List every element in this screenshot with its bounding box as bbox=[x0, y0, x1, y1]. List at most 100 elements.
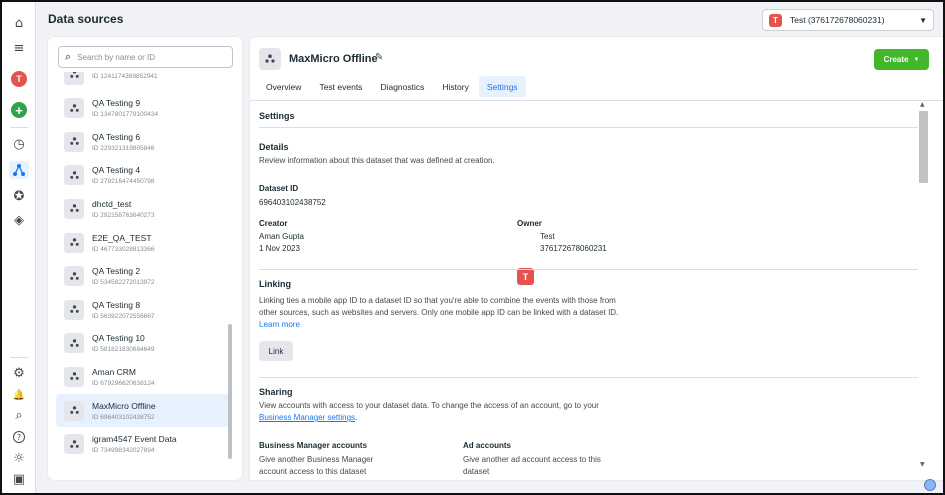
settings-heading: Settings bbox=[259, 111, 295, 121]
sharing-text: View accounts with access to your datase… bbox=[259, 401, 599, 410]
list-scrollbar[interactable] bbox=[228, 324, 232, 459]
learn-more-link[interactable]: Learn more bbox=[259, 320, 300, 329]
ad-accounts-text-2: dataset bbox=[463, 467, 490, 476]
app-frame: ⌂ ≡ T + ◷ ✪ ◈ ⚙ 🔔 ⌕ ? ☼ ▣ Data sources T… bbox=[0, 0, 945, 495]
dataset-id: ID 467733028813366 bbox=[92, 245, 155, 253]
dataset-list-item[interactable]: QA Testing 6 ID 229321319805846 bbox=[56, 125, 231, 158]
dataset-name: QA Testing 9 bbox=[92, 98, 141, 109]
bm-accounts-text-1: Give another Business Manager bbox=[259, 455, 374, 464]
dataset-icon bbox=[64, 366, 84, 387]
linking-title: Linking bbox=[259, 279, 291, 289]
dataset-text: QA Testing 8 ID 563922072556667 bbox=[92, 300, 155, 320]
dataset-list-item[interactable]: Aman CRM ID 679296620638124 bbox=[56, 360, 231, 393]
creator-label: Creator bbox=[259, 219, 288, 228]
dataset-name: dhctd_test bbox=[92, 198, 132, 209]
dataset-icon bbox=[64, 98, 84, 119]
speedometer-icon[interactable]: ◷ bbox=[9, 135, 29, 153]
search-input[interactable] bbox=[77, 52, 218, 62]
linking-text-2: other sources, such as websites and serv… bbox=[259, 308, 619, 317]
dataset-text: igram4547 Event Data ID 734998342027894 bbox=[92, 434, 177, 454]
dataset-id: ID 279216474450798 bbox=[92, 178, 155, 186]
globe-icon[interactable] bbox=[924, 479, 936, 491]
help-icon[interactable]: ? bbox=[9, 428, 29, 446]
bm-accounts-text-2: account access to this dataset bbox=[259, 467, 367, 476]
dataset-list-item[interactable]: MaxMicro Offline ID 696403102438752 bbox=[56, 394, 231, 427]
link-button[interactable]: Link bbox=[259, 341, 293, 361]
dataset-name: QA Testing 10 bbox=[92, 333, 145, 344]
events-manager-icon[interactable] bbox=[9, 161, 29, 179]
star-icon[interactable]: ✪ bbox=[9, 187, 29, 205]
dataset-list-item[interactable]: QA Testing 10 ID 581821830684649 bbox=[56, 327, 231, 360]
dataset-list-item[interactable]: QA Testing 8 ID 563922072556667 bbox=[56, 293, 231, 326]
search-icon[interactable]: ⌕ bbox=[9, 406, 29, 424]
dataset-list-item[interactable]: QA Testing 2 ID 534582272013972 bbox=[56, 260, 231, 293]
dataset-icon bbox=[64, 299, 84, 320]
dataset-id: ID 679296620638124 bbox=[92, 379, 155, 387]
dataset-text: ID 1241174369852941 bbox=[92, 72, 158, 80]
search-icon: ⌕ bbox=[65, 50, 72, 63]
gem-icon[interactable]: ◈ bbox=[9, 211, 29, 229]
dataset-name: E2E_QA_TEST bbox=[92, 232, 152, 243]
dataset-icon bbox=[64, 165, 84, 186]
page-title: Data sources bbox=[48, 12, 124, 26]
divider bbox=[259, 269, 918, 270]
create-button[interactable]: Create ▼ bbox=[874, 49, 929, 70]
dataset-id: ID 734998342027894 bbox=[92, 447, 155, 455]
tab-diagnostics[interactable]: Diagnostics bbox=[372, 76, 432, 97]
content-scrollbar[interactable]: ▲ ▼ bbox=[918, 101, 930, 471]
dataset-name: QA Testing 8 bbox=[92, 299, 141, 310]
create-plus-icon[interactable]: + bbox=[11, 102, 27, 118]
dataset-name: QA Testing 4 bbox=[92, 165, 141, 176]
search-box[interactable]: ⌕ bbox=[58, 46, 233, 68]
home-icon[interactable]: ⌂ bbox=[9, 14, 29, 32]
menu-icon[interactable]: ≡ bbox=[9, 39, 29, 57]
business-manager-settings-link[interactable]: Business Manager settings bbox=[259, 413, 355, 422]
sharing-period: . bbox=[355, 413, 358, 422]
dataset-text: dhctd_test ID 292158763640273 bbox=[92, 199, 155, 219]
dataset-list-panel: ⌕ ID 1241174369852941 QA Testing 9 ID 1347… bbox=[48, 37, 242, 480]
dataset-name: igram4547 Event Data bbox=[92, 434, 177, 445]
dataset-text: QA Testing 6 ID 229321319805846 bbox=[92, 132, 155, 152]
scroll-down-arrow-icon[interactable]: ▼ bbox=[920, 461, 925, 468]
dataset-id: ID 229321319805846 bbox=[92, 144, 155, 152]
dataset-text: QA Testing 4 ID 279216474450798 bbox=[92, 165, 155, 185]
dataset-list-item[interactable]: E2E_QA_TEST ID 467733028813366 bbox=[56, 226, 231, 259]
creator-name: Aman Gupta bbox=[259, 232, 304, 241]
tab-bar: Overview Test events Diagnostics History Set… bbox=[258, 76, 526, 97]
dataset-list-item[interactable]: dhctd_test ID 292158763640273 bbox=[56, 192, 231, 225]
create-label: Create bbox=[883, 55, 909, 64]
people-icon bbox=[265, 54, 275, 63]
gear-icon[interactable]: ⚙ bbox=[9, 364, 29, 382]
details-title: Details bbox=[259, 142, 289, 152]
dataset-icon bbox=[64, 333, 84, 354]
dataset-text: QA Testing 9 ID 1347801779100434 bbox=[92, 98, 158, 118]
dataset-list-item[interactable]: ID 1241174369852941 bbox=[56, 72, 231, 91]
dataset-text: QA Testing 10 ID 581821830684649 bbox=[92, 333, 155, 353]
dataset-id-label: Dataset ID bbox=[259, 184, 299, 193]
tab-settings[interactable]: Settings bbox=[478, 76, 526, 97]
dataset-list-item[interactable]: igram4547 Event Data ID 734998342027894 bbox=[56, 428, 231, 461]
dataset-name: QA Testing 2 bbox=[92, 266, 141, 277]
scroll-up-arrow-icon[interactable]: ▲ bbox=[920, 101, 925, 108]
dataset-list-item[interactable]: QA Testing 9 ID 1347801779100434 bbox=[56, 92, 231, 125]
dataset-id: ID 1347801779100434 bbox=[92, 111, 159, 119]
dataset-id: ID 292158763640273 bbox=[92, 211, 155, 219]
edit-icon[interactable]: ✎ bbox=[375, 52, 383, 63]
dataset-list-item[interactable]: QA Testing 4 ID 279216474450798 bbox=[56, 159, 231, 192]
scrollbar-thumb[interactable] bbox=[919, 111, 928, 183]
bug-icon[interactable]: ☼ bbox=[9, 449, 29, 467]
divider bbox=[259, 377, 918, 378]
dataset-icon bbox=[64, 232, 84, 253]
panel-toggle-icon[interactable]: ▣ bbox=[9, 470, 29, 488]
bell-icon[interactable]: 🔔 bbox=[9, 386, 29, 404]
tab-overview[interactable]: Overview bbox=[258, 76, 309, 97]
account-selector[interactable]: T Test (376172678060231) ▼ bbox=[762, 9, 934, 31]
avatar[interactable]: T bbox=[11, 71, 27, 87]
ad-accounts-text-1: Give another ad account access to this bbox=[463, 455, 601, 464]
bm-accounts-label: Business Manager accounts bbox=[259, 441, 368, 450]
dataset-id: ID 563922072556667 bbox=[92, 312, 155, 320]
dataset-id: ID 534582272013972 bbox=[92, 279, 155, 287]
tab-history[interactable]: History bbox=[434, 76, 476, 97]
dataset-text: MaxMicro Offline ID 696403102438752 bbox=[92, 401, 156, 421]
tab-test-events[interactable]: Test events bbox=[311, 76, 370, 97]
